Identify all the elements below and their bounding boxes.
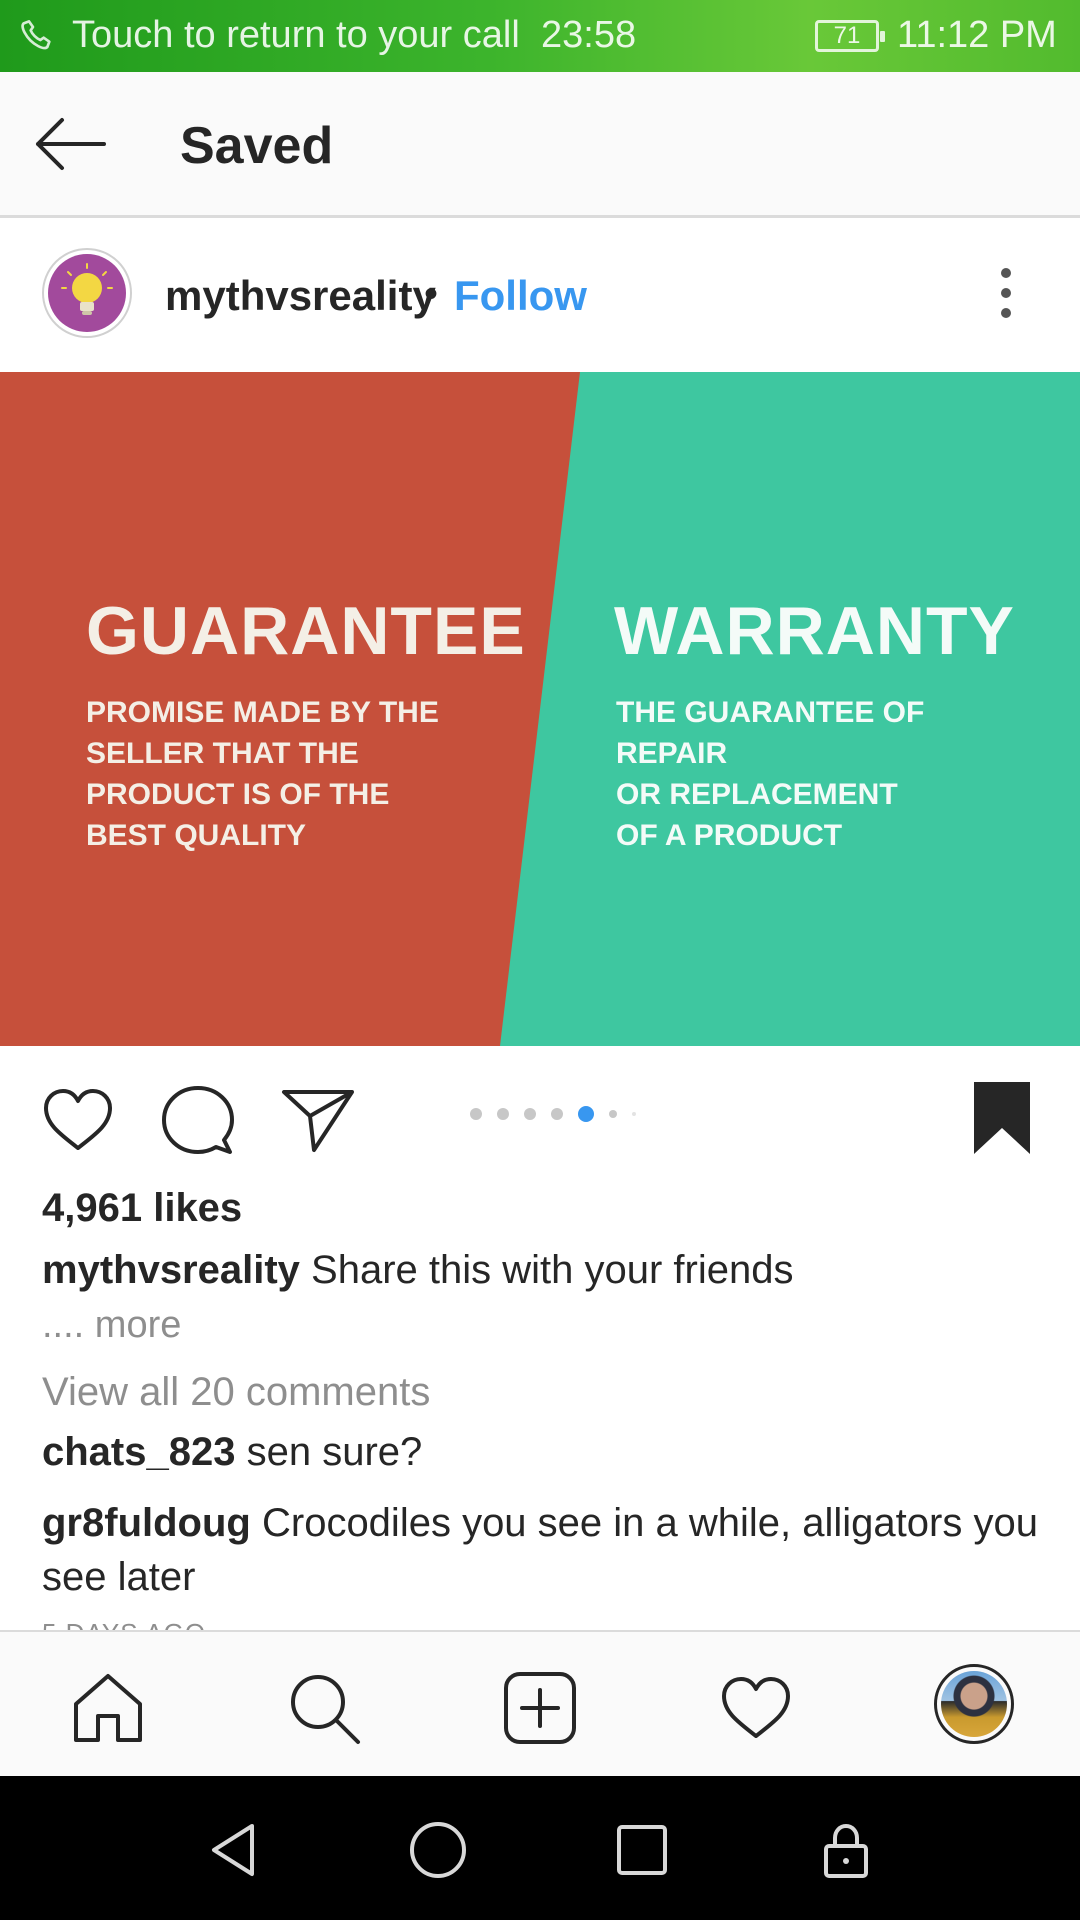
- page-title: Saved: [180, 117, 334, 175]
- more-options-icon[interactable]: [994, 268, 1018, 324]
- profile-avatar[interactable]: [934, 1664, 1014, 1744]
- image-right-line: OR REPLACEMENT: [616, 778, 898, 811]
- view-all-comments-link[interactable]: View all 20 comments: [42, 1370, 430, 1415]
- search-icon[interactable]: [286, 1670, 362, 1746]
- bottom-navigation: [0, 1630, 1080, 1776]
- profile-photo: [941, 1671, 1007, 1737]
- carousel-dot: [470, 1108, 482, 1120]
- carousel-dot: [524, 1108, 536, 1120]
- comment-bubble-icon[interactable]: [160, 1082, 236, 1158]
- caption-username[interactable]: mythvsreality: [42, 1248, 300, 1292]
- comment-username[interactable]: chats_823: [42, 1430, 235, 1474]
- separator-dot: •: [424, 272, 439, 316]
- comment-item: gr8fuldoug Crocodiles you see in a while…: [42, 1496, 1042, 1604]
- call-timer: 23:58: [541, 14, 637, 56]
- post-actions: [0, 1046, 1080, 1186]
- post-author-avatar[interactable]: [42, 248, 132, 338]
- share-send-icon[interactable]: [280, 1082, 356, 1158]
- activity-heart-icon[interactable]: [718, 1670, 794, 1746]
- recents-icon[interactable]: [612, 1820, 672, 1880]
- like-heart-icon[interactable]: [40, 1082, 116, 1158]
- image-left-line: PROMISE MADE BY THE: [86, 696, 439, 729]
- back-arrow-icon[interactable]: [32, 114, 108, 174]
- image-left-line: SELLER THAT THE: [86, 737, 359, 770]
- home-circle-icon[interactable]: [408, 1820, 468, 1880]
- post-header: mythvsreality • Follow: [0, 220, 1080, 372]
- image-right-line: OF A PRODUCT: [616, 819, 843, 852]
- comment-username[interactable]: gr8fuldoug: [42, 1501, 251, 1545]
- caption-text: Share this with your friends: [311, 1248, 794, 1292]
- saved-bookmark-icon[interactable]: [970, 1078, 1034, 1158]
- carousel-dot-active: [578, 1106, 594, 1122]
- follow-button[interactable]: Follow: [454, 272, 587, 320]
- return-to-call-text[interactable]: Touch to return to your call: [72, 14, 520, 57]
- phone-call-icon: [21, 20, 51, 50]
- add-post-icon[interactable]: [502, 1670, 578, 1746]
- lock-icon[interactable]: [816, 1820, 876, 1880]
- post-username[interactable]: mythvsreality: [165, 272, 436, 320]
- carousel-indicator: [470, 1104, 651, 1124]
- image-right-line: THE GUARANTEE OF REPAIR: [616, 696, 925, 770]
- more-link[interactable]: .... more: [42, 1304, 181, 1347]
- back-icon[interactable]: [204, 1820, 264, 1880]
- carousel-dot: [632, 1112, 636, 1116]
- comment-item: chats_823 sen sure?: [42, 1430, 422, 1475]
- status-time: 11:12 PM: [897, 14, 1057, 56]
- saved-header: Saved: [0, 72, 1080, 218]
- lightbulb-icon: [61, 263, 113, 315]
- carousel-dot: [551, 1108, 563, 1120]
- status-bar[interactable]: Touch to return to your call 23:58 71 11…: [0, 0, 1080, 72]
- post-caption: mythvsreality Share this with your frien…: [42, 1248, 794, 1293]
- carousel-dot: [497, 1108, 509, 1120]
- image-left-description: PROMISE MADE BY THE SELLER THAT THE PROD…: [86, 692, 506, 856]
- comment-text: sen sure?: [246, 1430, 423, 1474]
- system-navigation-bar: [0, 1776, 1080, 1920]
- carousel-dot: [609, 1110, 617, 1118]
- image-right-description: THE GUARANTEE OF REPAIR OR REPLACEMENT O…: [616, 692, 1036, 856]
- image-left-title: GUARANTEE: [86, 593, 526, 669]
- image-right-title: WARRANTY: [614, 593, 1015, 669]
- image-left-line: PRODUCT IS OF THE: [86, 778, 390, 811]
- home-icon[interactable]: [70, 1670, 146, 1746]
- post-image[interactable]: GUARANTEE PROMISE MADE BY THE SELLER THA…: [0, 372, 1080, 1046]
- image-left-line: BEST QUALITY: [86, 819, 307, 852]
- battery-icon: 71: [815, 20, 885, 52]
- likes-count[interactable]: 4,961 likes: [42, 1186, 242, 1231]
